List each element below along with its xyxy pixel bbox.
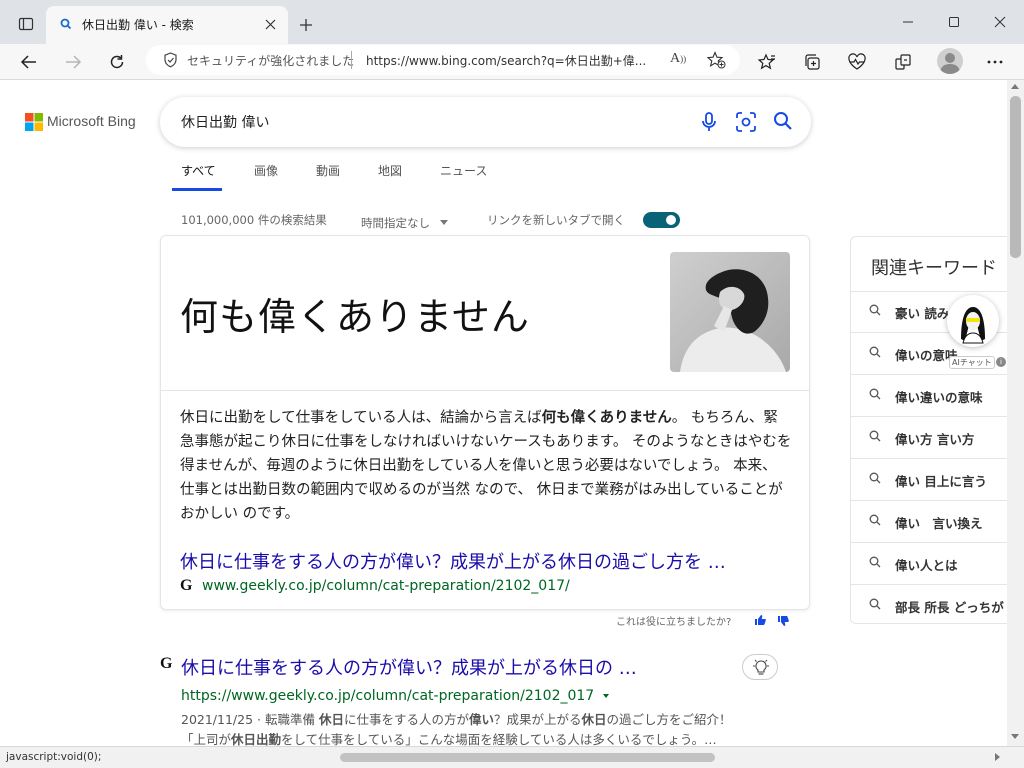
back-icon[interactable]: [17, 50, 41, 74]
new-tab-toggle[interactable]: [643, 212, 680, 228]
related-item[interactable]: 偉い方 言い方: [851, 418, 1007, 459]
related-item[interactable]: 偉い人とは: [851, 544, 1007, 585]
search-icon: [869, 514, 881, 526]
answer-image[interactable]: [670, 252, 790, 372]
result-snippet: 2021/11/25 · 転職準備 休日に仕事をする人の方が偉い？成果が上がる休…: [181, 712, 732, 746]
search-icon: [869, 346, 881, 358]
forward-icon[interactable]: [61, 50, 85, 74]
related-title: 関連キーワード: [871, 258, 997, 279]
search-icon: [869, 598, 881, 610]
search-icon: [869, 472, 881, 484]
microsoft-logo-icon: [25, 113, 43, 131]
info-icon[interactable]: i: [996, 357, 1006, 367]
favorites-icon[interactable]: [755, 50, 779, 74]
tab-actions-icon[interactable]: [14, 12, 38, 36]
extensions-icon[interactable]: [891, 50, 915, 74]
tab-all[interactable]: すべて: [181, 162, 216, 179]
minimize-icon[interactable]: [896, 10, 920, 34]
answer-link-url[interactable]: www.geekly.co.jp/column/cat-preparation/…: [202, 578, 570, 594]
tab-title: 休日出勤 偉い - 検索: [82, 18, 194, 32]
add-favorite-icon[interactable]: [707, 51, 726, 69]
result-site-favicon: G: [160, 655, 173, 672]
search-icon: [869, 388, 881, 400]
profile-avatar[interactable]: [937, 48, 963, 74]
search-icon: [869, 304, 881, 316]
refresh-icon[interactable]: [105, 50, 129, 74]
browser-tab[interactable]: 休日出勤 偉い - 検索: [46, 6, 288, 44]
tab-maps[interactable]: 地図: [378, 162, 402, 179]
search-input[interactable]: 休日出勤 偉い: [181, 112, 269, 132]
shield-icon[interactable]: [163, 52, 178, 68]
collections-icon[interactable]: [800, 50, 824, 74]
new-tab-icon[interactable]: [294, 13, 318, 37]
security-label: セキュリティが強化されました: [187, 54, 355, 68]
page-content: Microsoft Bing 休日出勤 偉い すべて 画像 動画 地図 ニュース…: [0, 80, 1007, 746]
scroll-up-icon[interactable]: [1011, 84, 1019, 89]
related-item[interactable]: 偉い 言い換え: [851, 502, 1007, 543]
related-keywords-panel: 関連キーワード 豪い 読み方 偉いの意味 偉い違いの意味 偉い方 言い方 偉い …: [850, 236, 1007, 624]
site-favicon: G: [180, 577, 193, 594]
bing-favicon-icon: [60, 18, 72, 30]
search-icon: [869, 556, 881, 568]
microphone-icon[interactable]: [701, 112, 717, 132]
time-filter[interactable]: 時間指定なし: [361, 212, 449, 231]
tab-news[interactable]: ニュース: [440, 162, 487, 179]
chevron-down-icon: [440, 220, 449, 225]
result-title[interactable]: 休日に仕事をする人の方が偉い？成果が上がる休日の …: [181, 654, 741, 680]
health-icon[interactable]: [845, 50, 869, 74]
answer-link-title[interactable]: 休日に仕事をする人の方が偉い？成果が上がる休日の過ごし方を …: [180, 548, 792, 574]
close-tab-icon[interactable]: [265, 19, 276, 30]
ai-chat-button[interactable]: [947, 295, 999, 347]
new-tab-label: リンクを新しいタブで開く: [487, 213, 625, 227]
answer-card: 何も偉くありません 休日に出勤をして仕事をしている人は、結論から言えば何も偉くあ…: [160, 235, 810, 610]
active-tab-indicator: [172, 188, 222, 191]
feedback-prompt: これは役に立ちましたか?: [616, 617, 732, 628]
card-divider: [161, 390, 809, 391]
tab-images[interactable]: 画像: [254, 162, 278, 179]
more-options-icon[interactable]: [983, 50, 1007, 74]
search-box[interactable]: 休日出勤 偉い: [160, 97, 811, 147]
search-icon: [869, 430, 881, 442]
vertical-scrollbar[interactable]: [1007, 80, 1024, 746]
address-bar[interactable]: セキュリティが強化されました https://www.bing.com/sear…: [146, 45, 740, 75]
vertical-scroll-thumb[interactable]: [1010, 96, 1021, 258]
related-item[interactable]: 部長 所長 どっちが: [851, 586, 1007, 627]
read-aloud-icon[interactable]: A)): [670, 51, 692, 69]
scroll-right-icon[interactable]: [995, 753, 1000, 761]
answer-body: 休日に出勤をして仕事をしている人は、結論から言えば何も偉くありません。 もちろん…: [180, 410, 792, 522]
status-bar: javascript:void(0);: [0, 746, 1024, 768]
maximize-icon[interactable]: [942, 10, 966, 34]
related-item[interactable]: 偉い 目上に言う: [851, 460, 1007, 501]
horizontal-scroll-thumb[interactable]: [340, 753, 715, 762]
scroll-down-icon[interactable]: [1011, 734, 1019, 739]
result-count: 101,000,000 件の検索結果: [181, 213, 327, 227]
answer-headline: 何も偉くありません: [180, 295, 530, 339]
ai-chat-label: AIチャット: [949, 356, 995, 369]
ai-avatar-icon: [961, 307, 985, 344]
url-text[interactable]: https://www.bing.com/search?q=休日出勤+偉...: [366, 52, 666, 69]
close-window-icon[interactable]: [988, 10, 1012, 34]
bing-logo-text: Microsoft Bing: [47, 113, 136, 129]
visual-search-icon[interactable]: [736, 112, 756, 132]
search-submit-icon[interactable]: [773, 111, 793, 131]
thumbs-up-icon[interactable]: [754, 614, 766, 626]
url-menu-chevron-icon[interactable]: [603, 693, 610, 698]
result-url[interactable]: https://www.geekly.co.jp/column/cat-prep…: [181, 685, 610, 704]
thumbs-down-icon[interactable]: [777, 615, 789, 627]
lightbulb-icon[interactable]: [742, 654, 778, 680]
title-bar: 休日出勤 偉い - 検索: [0, 0, 1024, 44]
address-divider: [351, 51, 352, 69]
status-text: javascript:void(0);: [6, 751, 102, 763]
tab-videos[interactable]: 動画: [316, 162, 340, 179]
related-item[interactable]: 偉い違いの意味: [851, 376, 1007, 417]
